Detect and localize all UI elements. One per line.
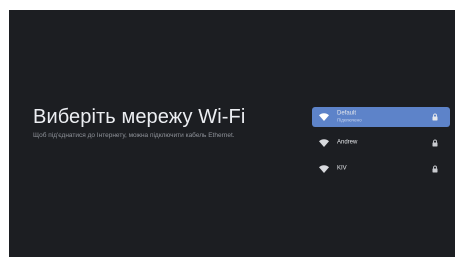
wifi-icon	[319, 113, 329, 121]
wifi-icon	[319, 139, 329, 147]
network-text: KIV	[337, 166, 347, 173]
network-item-default[interactable]: Default Підключено	[312, 107, 450, 127]
lock-icon	[432, 113, 438, 121]
network-name: KIV	[337, 165, 347, 172]
page-subtitle: Щоб під'єднатися до Інтернету, можна під…	[33, 132, 235, 139]
network-text: Default Підключено	[337, 111, 362, 124]
network-list: Default Підключено Andrew KIV	[312, 107, 450, 185]
lock-icon	[432, 139, 438, 147]
network-status: Підключено	[337, 117, 362, 123]
lock-icon	[432, 165, 438, 173]
network-name: Default	[337, 110, 357, 117]
wifi-icon	[319, 165, 329, 173]
page-title: Виберіть мережу Wi-Fi	[33, 106, 246, 128]
network-item-kiv[interactable]: KIV	[312, 159, 450, 179]
network-item-andrew[interactable]: Andrew	[312, 133, 450, 153]
wifi-setup-screen: Виберіть мережу Wi-Fi Щоб під'єднатися д…	[9, 10, 455, 257]
network-text: Andrew	[337, 140, 357, 147]
network-name: Andrew	[337, 139, 358, 146]
